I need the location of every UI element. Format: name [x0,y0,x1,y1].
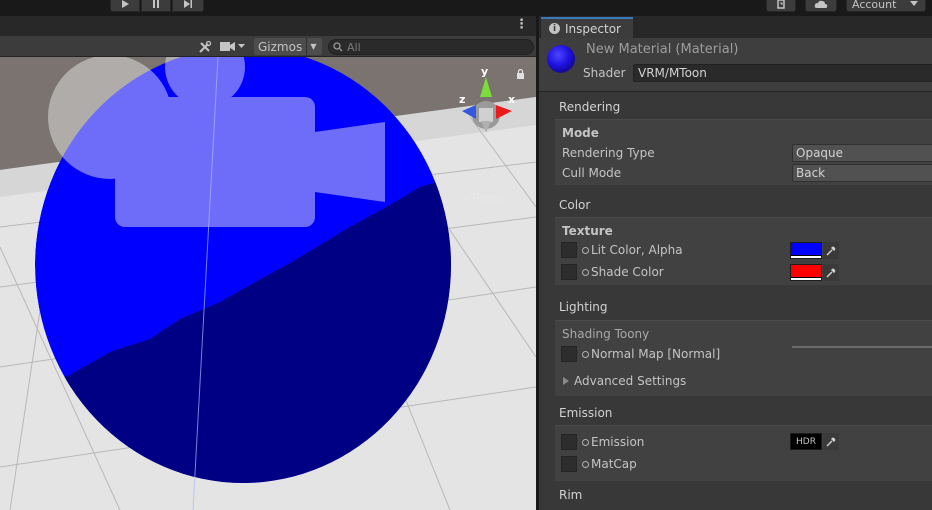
pause-icon [153,0,159,8]
play-icon [122,0,129,8]
collab-icon [777,0,785,9]
perspective-toggle[interactable]: <Persp [462,191,505,205]
advanced-settings-label: Advanced Settings [574,374,687,388]
texture-picker-icon[interactable] [582,438,589,446]
matcap-label: MatCap [591,457,637,471]
lighting-box: Shading Toony Normal Map [Normal] Advanc… [555,320,932,396]
shading-toony-slider[interactable] [792,346,932,348]
alpha-bar [791,277,821,280]
tools-icon [199,40,212,53]
scene-tab-bar: ⋮ [0,16,536,36]
shade-color-swatch[interactable] [790,264,822,281]
axis-x-label: x [508,93,515,106]
info-icon: i [549,23,560,34]
eyedropper-icon [826,268,836,278]
normal-map-label: Normal Map [Normal] [591,347,721,361]
eyedropper-icon [826,246,836,256]
tools-button[interactable] [194,38,216,55]
lit-color-label: Lit Color, Alpha [591,243,683,257]
shade-color-eyedropper[interactable] [823,264,839,281]
material-header: New Material (Material) Shader VRM/MToon [539,38,932,92]
cull-mode-label: Cull Mode [562,166,622,180]
lit-color-swatch[interactable] [790,242,822,259]
cull-mode-dropdown[interactable]: Back [792,164,932,182]
section-color-title: Color [559,198,591,212]
pause-button[interactable] [141,0,171,12]
search-placeholder: All [347,40,361,54]
color-box: Texture Lit Color, Alpha Shade Color [555,217,932,285]
gizmos-dropdown[interactable]: Gizmos ▼ [254,38,322,55]
main-toolbar: Account [0,0,932,16]
emission-texture-slot[interactable] [561,434,577,450]
normal-map-label-row: Normal Map [Normal] [582,347,720,361]
chevron-down-icon: ▼ [306,38,320,55]
mode-label: Mode [562,126,599,140]
material-properties: Rendering Mode Rendering Type Opaque Cul… [555,92,932,510]
account-dropdown[interactable]: Account [846,0,926,12]
chevron-right-icon [563,377,569,385]
material-title: New Material (Material) [586,42,739,57]
section-rim-title: Rim [559,488,583,502]
inspector-tab-bar: i Inspector [539,16,932,38]
gizmos-label: Gizmos [258,39,303,54]
tab-inspector[interactable]: i Inspector [541,17,633,38]
tab-inspector-label: Inspector [565,21,621,36]
lit-color-texture-slot[interactable] [561,242,577,258]
normal-map-texture-slot[interactable] [561,346,577,362]
matcap-label-row: MatCap [582,457,637,471]
texture-picker-icon[interactable] [582,350,589,358]
scene-search-input[interactable]: All [328,39,534,55]
texture-picker-icon[interactable] [582,246,589,254]
cloud-button[interactable] [805,0,837,12]
axis-z-label: z [459,93,465,106]
chevron-down-icon [238,44,245,48]
advanced-settings-foldout[interactable]: Advanced Settings [563,374,686,388]
texture-label: Texture [562,224,613,238]
emission-hdr-swatch[interactable]: HDR [790,433,822,450]
camera-button[interactable] [220,38,250,55]
emission-label-row: Emission [582,435,644,449]
shader-label: Shader [583,66,626,80]
material-preview-icon [547,45,575,73]
texture-picker-icon[interactable] [582,268,589,276]
shade-color-label: Shade Color [591,265,664,279]
texture-picker-icon[interactable] [582,460,589,468]
scene-toolbar: Gizmos ▼ All [0,36,536,57]
chevron-down-icon [910,1,919,6]
inspector-panel: i Inspector New Material (Material) Shad… [538,16,932,510]
step-button[interactable] [172,0,204,12]
shade-color-label-row: Shade Color [582,265,664,279]
shading-toony-label: Shading Toony [562,327,650,341]
alpha-bar [791,255,821,258]
more-options-icon[interactable]: ⋮ [515,18,528,32]
eyedropper-icon [826,437,836,447]
scene-view: ⋮ Gizmos ▼ All y x z <Persp [0,16,536,510]
scene-canvas: y x z [0,57,536,510]
emission-box: Emission HDR MatCap [555,425,932,481]
rendering-type-dropdown[interactable]: Opaque [792,144,932,162]
matcap-texture-slot[interactable] [561,456,577,472]
lock-icon[interactable] [516,69,525,79]
shade-color-texture-slot[interactable] [561,264,577,280]
collab-button[interactable] [766,0,796,12]
emission-label: Emission [591,435,645,449]
rendering-type-label: Rendering Type [562,146,655,160]
camera-icon [220,42,235,51]
shader-dropdown[interactable]: VRM/MToon [633,64,932,82]
account-label: Account [852,0,897,11]
search-icon [333,42,343,52]
axis-y-label: y [481,65,488,78]
rendering-box: Mode Rendering Type Opaque Cull Mode Bac… [555,119,932,185]
cloud-icon [814,0,828,8]
section-emission-title: Emission [559,406,613,420]
lit-color-eyedropper[interactable] [823,242,839,259]
step-icon [184,0,192,8]
lit-color-label-row: Lit Color, Alpha [582,243,683,257]
emission-eyedropper[interactable] [823,433,839,450]
play-button[interactable] [110,0,140,12]
section-rendering-title: Rendering [559,100,621,114]
scene-viewport[interactable]: y x z <Persp [0,57,536,510]
section-lighting-title: Lighting [559,300,608,314]
